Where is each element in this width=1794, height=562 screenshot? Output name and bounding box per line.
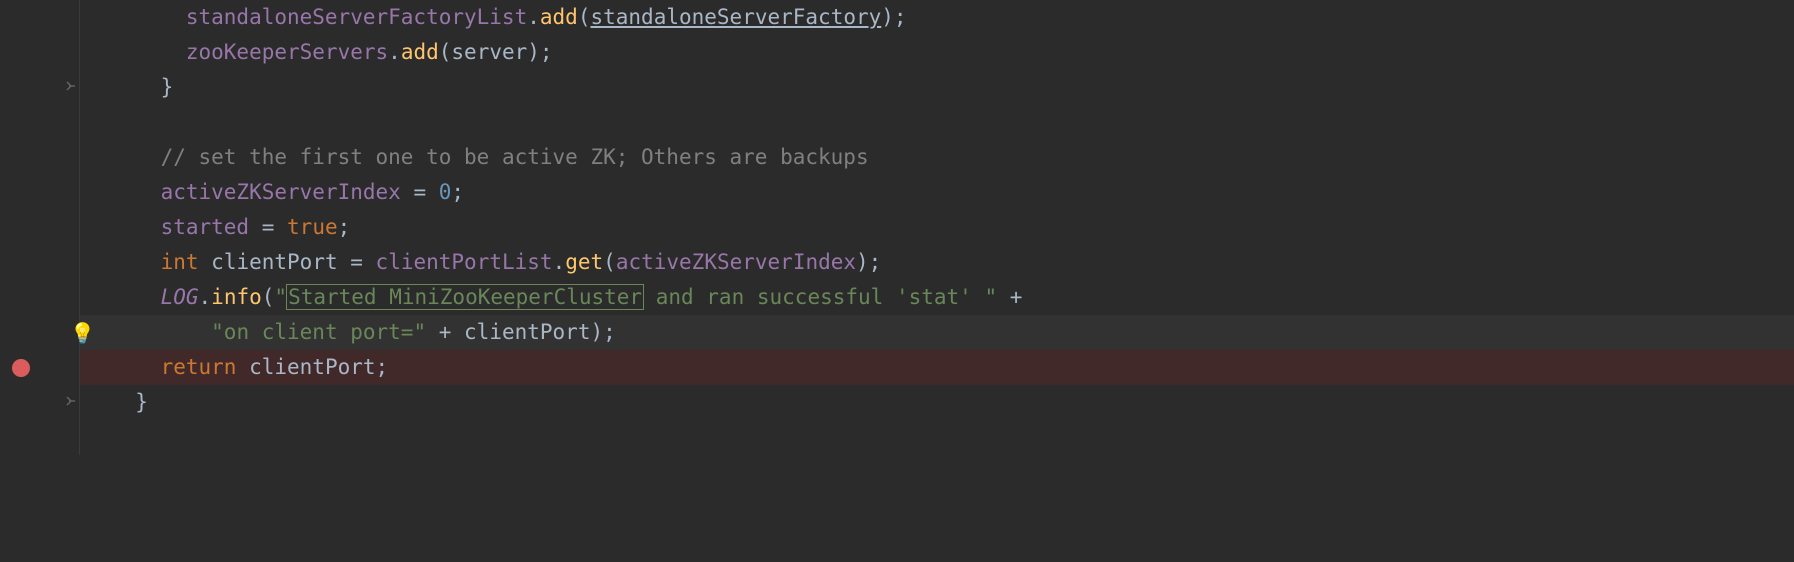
punct: ); — [590, 320, 615, 344]
method: get — [565, 250, 603, 274]
gutter-line[interactable] — [0, 210, 80, 245]
identifier: clientPort — [249, 355, 375, 379]
indent — [110, 250, 161, 274]
gutter-line[interactable] — [0, 70, 80, 105]
indent — [110, 180, 161, 204]
string: "on client port=" — [211, 320, 426, 344]
gutter-line[interactable] — [0, 140, 80, 175]
punct: ; — [451, 180, 464, 204]
gutter-line[interactable] — [0, 0, 80, 35]
gutter-line[interactable] — [0, 35, 80, 70]
code-line[interactable]: started = true; — [80, 210, 1794, 245]
punct: . — [527, 5, 540, 29]
punct: + — [997, 285, 1022, 309]
method: add — [401, 40, 439, 64]
punct: + — [426, 320, 464, 344]
gutter-line[interactable]: 💡 — [0, 315, 80, 350]
method: info — [211, 285, 262, 309]
identifier: clientPort — [464, 320, 590, 344]
breakpoint-icon[interactable] — [12, 359, 30, 377]
number: 0 — [439, 180, 452, 204]
identifier: clientPort — [211, 250, 337, 274]
brace: } — [135, 390, 148, 414]
punct: . — [553, 250, 566, 274]
indent — [110, 355, 161, 379]
gutter-line[interactable] — [0, 350, 80, 385]
identifier: zooKeeperServers — [186, 40, 388, 64]
code-line[interactable]: standaloneServerFactoryList.add(standalo… — [80, 0, 1794, 35]
indent — [110, 5, 186, 29]
indent — [110, 75, 161, 99]
code-line[interactable]: } — [80, 70, 1794, 105]
search-highlight: Started MiniZooKeeperCluster — [286, 284, 644, 310]
gutter-line[interactable] — [0, 105, 80, 140]
identifier: standaloneServerFactoryList — [186, 5, 527, 29]
indent — [110, 320, 211, 344]
editor-gutter: 💡 — [0, 0, 80, 562]
indent — [110, 40, 186, 64]
code-line[interactable]: int clientPort = clientPortList.get(acti… — [80, 245, 1794, 280]
code-line[interactable]: activeZKServerIndex = 0; — [80, 175, 1794, 210]
punct: ); — [527, 40, 552, 64]
punct: = — [249, 215, 287, 239]
code-line[interactable]: // set the first one to be active ZK; Ot… — [80, 140, 1794, 175]
punct: ( — [578, 5, 591, 29]
gutter-line[interactable] — [0, 245, 80, 280]
identifier: LOG — [161, 285, 199, 309]
code-line[interactable]: } — [80, 385, 1794, 420]
gutter-line[interactable] — [0, 175, 80, 210]
code-line[interactable]: return clientPort; — [80, 350, 1794, 385]
indent — [110, 215, 161, 239]
punct: ); — [881, 5, 906, 29]
indent — [110, 145, 161, 169]
space — [236, 355, 249, 379]
keyword: int — [161, 250, 199, 274]
code-editor: 💡 standaloneServerFactoryList.add(standa… — [0, 0, 1794, 562]
indent — [110, 390, 135, 414]
fold-end-icon[interactable] — [65, 395, 77, 411]
punct: ( — [439, 40, 452, 64]
punct: ); — [856, 250, 881, 274]
identifier: activeZKServerIndex — [616, 250, 856, 274]
punct: . — [199, 285, 212, 309]
method: add — [540, 5, 578, 29]
punct: = — [338, 250, 376, 274]
brace: } — [161, 75, 174, 99]
keyword: return — [161, 355, 237, 379]
code-line[interactable]: zooKeeperServers.add(server); — [80, 35, 1794, 70]
comment: // set the first one to be active ZK; Ot… — [161, 145, 869, 169]
gutter-line[interactable] — [0, 420, 80, 455]
code-line[interactable]: LOG.info("Started MiniZooKeeperCluster a… — [80, 280, 1794, 315]
punct: = — [401, 180, 439, 204]
identifier: clientPortList — [376, 250, 553, 274]
fold-end-icon[interactable] — [65, 80, 77, 96]
identifier: standaloneServerFactory — [590, 5, 881, 29]
gutter-line[interactable] — [0, 280, 80, 315]
intention-bulb-icon[interactable]: 💡 — [70, 321, 95, 345]
space — [199, 250, 212, 274]
code-line[interactable] — [80, 105, 1794, 140]
string: and ran successful 'stat' " — [643, 285, 997, 309]
code-content[interactable]: standaloneServerFactoryList.add(standalo… — [80, 0, 1794, 562]
punct: ; — [376, 355, 389, 379]
code-line[interactable] — [80, 420, 1794, 455]
punct: ; — [338, 215, 351, 239]
punct: ( — [603, 250, 616, 274]
punct: ( — [262, 285, 275, 309]
keyword: true — [287, 215, 338, 239]
identifier: server — [451, 40, 527, 64]
gutter-line[interactable] — [0, 385, 80, 420]
code-line[interactable]: "on client port=" + clientPort); — [80, 315, 1794, 350]
indent — [110, 285, 161, 309]
identifier: activeZKServerIndex — [161, 180, 401, 204]
punct: . — [388, 40, 401, 64]
identifier: started — [161, 215, 250, 239]
